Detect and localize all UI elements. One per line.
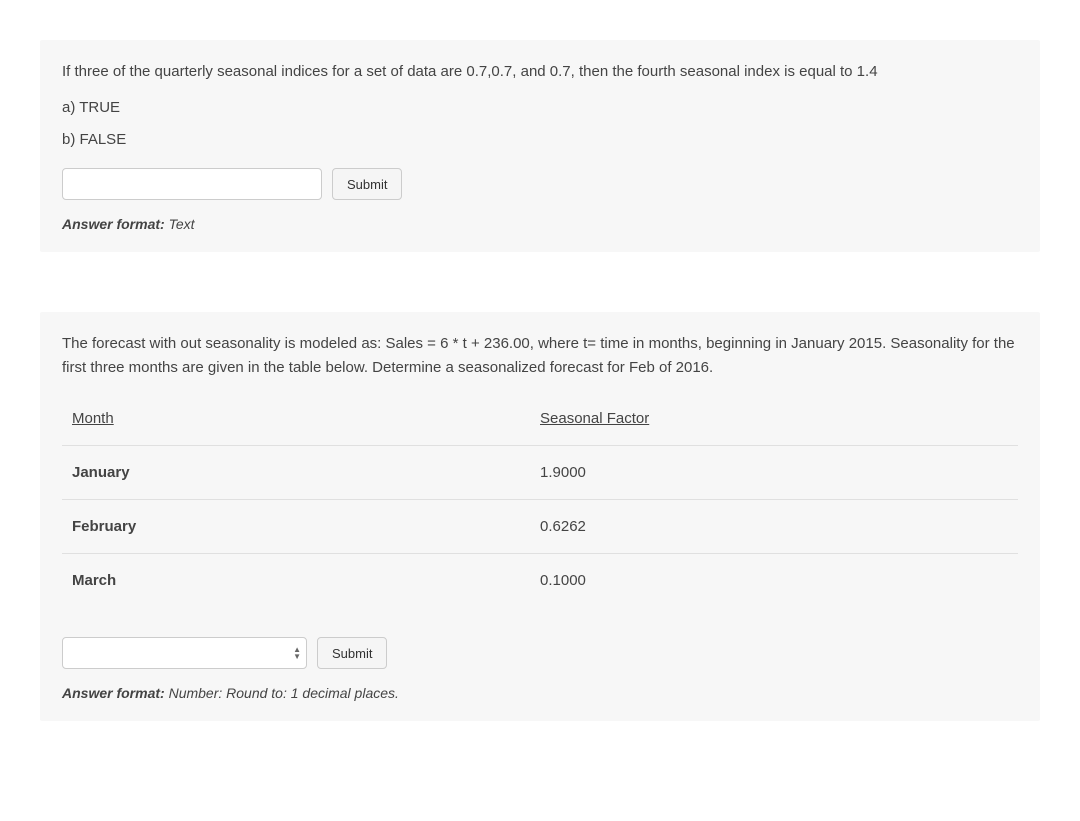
question-2-input-row: ▲ ▼ Submit xyxy=(62,637,1018,669)
question-1-text: If three of the quarterly seasonal indic… xyxy=(62,60,1018,84)
question-1-format: Answer format: Text xyxy=(62,216,1018,232)
table-cell-month: February xyxy=(72,518,540,535)
table-cell-factor: 1.9000 xyxy=(540,464,1008,481)
table-cell-month: March xyxy=(72,572,540,589)
table-header-row: Month Seasonal Factor xyxy=(62,392,1018,445)
table-cell-factor: 0.1000 xyxy=(540,572,1008,589)
number-input-wrapper: ▲ ▼ xyxy=(62,637,307,669)
question-1-answer-input[interactable] xyxy=(62,168,322,200)
question-2-format: Answer format: Number: Round to: 1 decim… xyxy=(62,685,1018,701)
question-1-submit-button[interactable]: Submit xyxy=(332,168,402,200)
number-stepper[interactable]: ▲ ▼ xyxy=(293,646,301,660)
seasonal-table: Month Seasonal Factor January 1.9000 Feb… xyxy=(62,392,1018,607)
question-1-option-a: a) TRUE xyxy=(62,96,1018,120)
table-cell-month: January xyxy=(72,464,540,481)
answer-format-value: Number: Round to: 1 decimal places. xyxy=(169,685,399,701)
question-2: The forecast with out seasonality is mod… xyxy=(40,312,1040,721)
question-1-option-b: b) FALSE xyxy=(62,128,1018,152)
table-cell-factor: 0.6262 xyxy=(540,518,1008,535)
question-2-answer-input[interactable] xyxy=(62,637,307,669)
chevron-down-icon: ▼ xyxy=(293,653,301,660)
question-2-submit-button[interactable]: Submit xyxy=(317,637,387,669)
question-2-text: The forecast with out seasonality is mod… xyxy=(62,332,1018,380)
table-row: January 1.9000 xyxy=(62,445,1018,499)
question-1: If three of the quarterly seasonal indic… xyxy=(40,40,1040,252)
table-row: March 0.1000 xyxy=(62,553,1018,607)
table-header-factor: Seasonal Factor xyxy=(540,410,1008,427)
answer-format-label: Answer format: xyxy=(62,685,165,701)
table-row: February 0.6262 xyxy=(62,499,1018,553)
question-1-input-row: Submit xyxy=(62,168,1018,200)
table-header-month: Month xyxy=(72,410,540,427)
answer-format-value: Text xyxy=(169,216,195,232)
answer-format-label: Answer format: xyxy=(62,216,165,232)
